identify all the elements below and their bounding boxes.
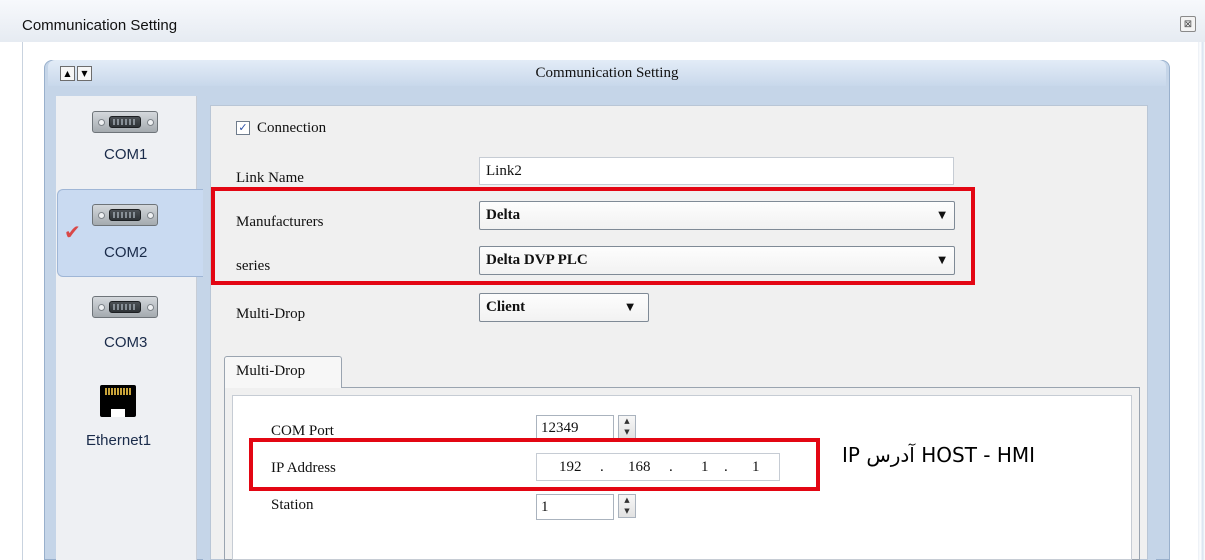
highlight-box-ip-address [249,438,820,491]
window-edge [1198,42,1205,560]
port-sidebar [56,96,197,560]
ethernet-port-icon [100,385,136,417]
annotation-text: IP آدرس HOST - HMI [842,443,1036,467]
multidrop-value: Client [486,299,526,315]
station-input[interactable]: 1 [536,494,614,520]
chevron-down-icon: ▼ [626,302,634,313]
station-label: Station [271,497,314,513]
link-name-label: Link Name [236,170,304,186]
link-name-input[interactable]: Link2 [479,157,954,185]
sidebar-item-label: COM1 [104,146,148,163]
multidrop-select[interactable]: Client ▼ [479,293,649,322]
multidrop-label: Multi-Drop [236,306,306,322]
serial-port-icon [92,111,158,133]
spin-up-icon[interactable]: ▲ [619,495,635,506]
panel-title: Communication Setting [535,65,679,81]
sidebar-item-label: COM3 [104,334,148,351]
connection-label: Connection [257,120,327,136]
connection-checkbox[interactable]: ✓ [236,121,250,135]
window-title: Communication Setting [22,17,178,34]
spin-up-icon[interactable]: ▲ [619,416,635,427]
highlight-box-plc-selection [211,187,975,285]
serial-port-icon [92,296,158,318]
selected-check-icon: ✔ [64,220,81,244]
sidebar-item-label: Ethernet1 [86,432,152,449]
tab-multidrop[interactable]: Multi-Drop [224,356,342,388]
serial-port-icon [92,204,158,226]
spin-down-icon[interactable]: ▼ [619,427,635,438]
window-titlebar [0,0,1205,42]
nav-up-button[interactable]: ▲ [60,66,75,81]
sidebar-item-label: COM2 [104,244,148,261]
com-port-spinner[interactable]: ▲ ▼ [618,415,636,439]
nav-down-button[interactable]: ▼ [77,66,92,81]
spin-down-icon[interactable]: ▼ [619,506,635,517]
close-icon[interactable]: ⊠ [1180,16,1196,32]
station-spinner[interactable]: ▲ ▼ [618,494,636,518]
